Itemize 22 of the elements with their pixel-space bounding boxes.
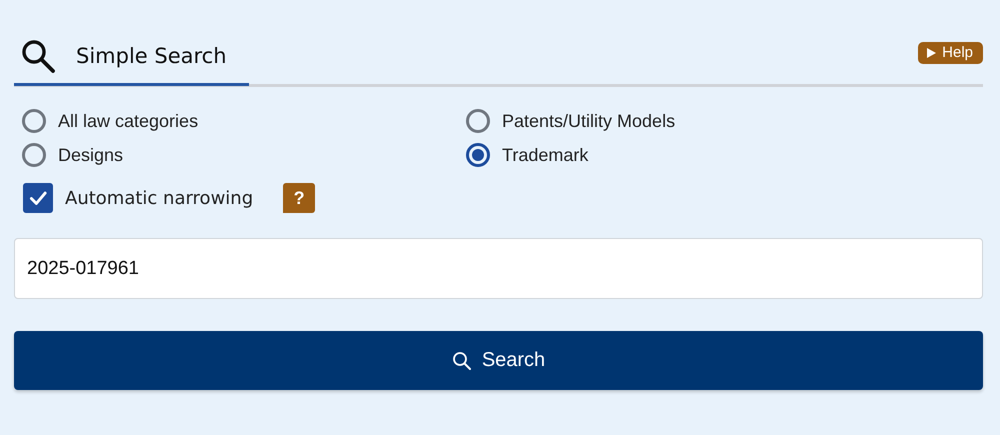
help-tooltip-button[interactable]: ?	[283, 183, 316, 213]
help-button[interactable]: Help	[918, 42, 983, 64]
radio-option[interactable]: All law categories	[22, 109, 466, 133]
section-title: Simple Search	[76, 44, 227, 68]
checkbox[interactable]	[23, 183, 53, 213]
radio-label: All law categories	[58, 110, 198, 132]
radio-label: Designs	[58, 144, 124, 166]
search-icon	[452, 350, 472, 370]
radio-option[interactable]: Patents/Utility Models	[466, 109, 983, 133]
radio-label: Trademark	[502, 144, 588, 166]
radio-button[interactable]	[22, 109, 46, 133]
search-icon	[20, 38, 56, 74]
play-icon	[926, 48, 936, 58]
radio-button[interactable]	[466, 109, 490, 133]
checkbox-label: Automatic narrowing	[65, 188, 254, 208]
radio-option[interactable]: Designs	[22, 143, 466, 167]
radio-button[interactable]	[22, 143, 46, 167]
radio-button[interactable]	[466, 143, 490, 167]
search-field[interactable]: 2025-017961	[14, 238, 983, 299]
radio-option[interactable]: Trademark	[466, 143, 983, 167]
radio-label: Patents/Utility Models	[502, 110, 676, 132]
search-button[interactable]: Search	[14, 331, 983, 390]
